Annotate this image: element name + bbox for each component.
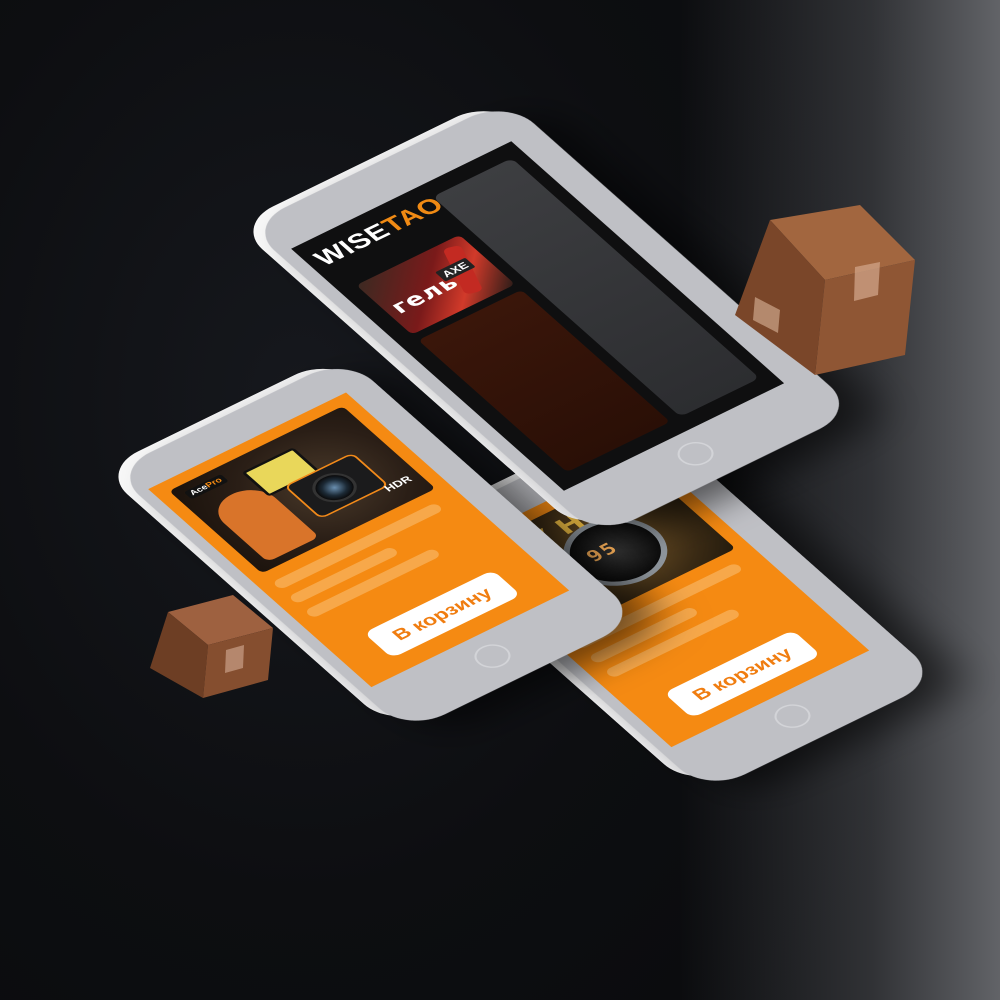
camera-feature-label: HDR — [381, 473, 415, 494]
promo-banner-headline: гель — [385, 271, 465, 319]
phone-mockup-scene: НАУ НИК 95 В корзину AcePro HDR В корзин… — [0, 0, 1000, 1000]
cardboard-box-icon — [148, 590, 278, 700]
cardboard-box-icon — [730, 205, 920, 380]
camera-model-badge: AcePro — [183, 474, 229, 500]
